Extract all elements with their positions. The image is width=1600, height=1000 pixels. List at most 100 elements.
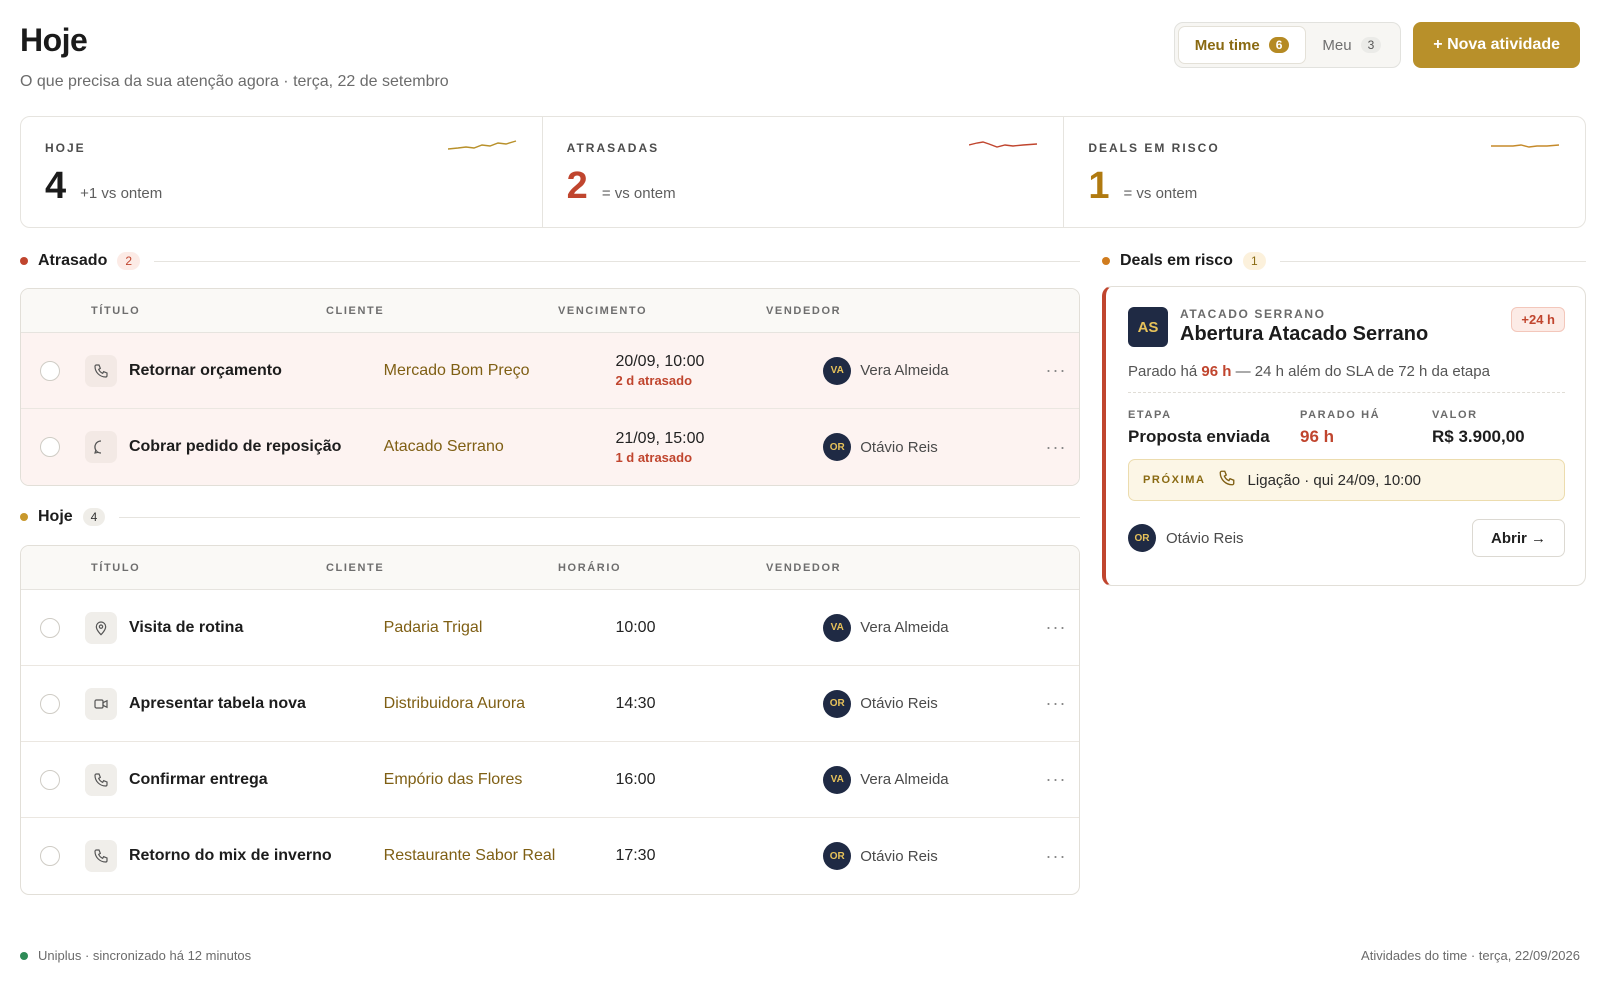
kpi-delta: +1 vs ontem — [80, 185, 163, 202]
next-text: Ligação · qui 24/09, 10:00 — [1247, 471, 1422, 489]
overdue-table: TÍTULO CLIENTE VENCIMENTO VENDEDOR Retor… — [20, 288, 1080, 486]
scope-toggle: Meu time 6 Meu 3 — [1173, 22, 1402, 68]
complete-checkbox[interactable] — [39, 437, 60, 457]
status-dot — [20, 257, 28, 265]
section-count: 1 — [1242, 252, 1266, 270]
complete-checkbox[interactable] — [39, 846, 60, 866]
table-row[interactable]: Visita de rotina Padaria Trigal 10:00 VA… — [21, 590, 1079, 666]
activity-time: 17:30 — [615, 847, 656, 864]
complete-checkbox[interactable] — [39, 617, 60, 638]
open-deal-button[interactable]: Abrir → — [1471, 519, 1565, 557]
phone-icon — [84, 840, 117, 872]
new-activity-button[interactable]: + Nova atividade — [1413, 22, 1580, 68]
client-link[interactable]: Restaurante Sabor Real — [384, 847, 556, 864]
more-menu-icon[interactable]: ··· — [1033, 769, 1079, 790]
avatar: OR — [823, 689, 852, 718]
avatar: VA — [823, 356, 852, 385]
more-menu-icon[interactable]: ··· — [1033, 846, 1079, 867]
overdue-section-header: Atrasado 2 — [20, 252, 1080, 270]
status-bar: Uniplus · sincronizado há 12 minutos Ati… — [20, 948, 1580, 963]
activity-title: Retorno do mix de inverno — [128, 847, 332, 864]
sync-status: Uniplus · sincronizado há 12 minutos — [38, 948, 252, 963]
page-header: Hoje O que precisa da sua atenção agora … — [20, 22, 1580, 102]
deal-company: ATACADO SERRANO — [1180, 307, 1326, 321]
seller-name: Otávio Reis — [860, 438, 938, 456]
late-badge: 2 d atrasado — [615, 373, 693, 388]
client-link[interactable]: Atacado Serrano — [384, 438, 504, 455]
activity-time: 10:00 — [615, 618, 656, 636]
table-row[interactable]: Confirmar entrega Empório das Flores 16:… — [21, 742, 1079, 818]
status-dot — [1102, 257, 1110, 265]
seller-name: Otávio Reis — [860, 695, 938, 712]
col-client: CLIENTE — [326, 304, 385, 317]
table-row[interactable]: Apresentar tabela nova Distribuidora Aur… — [21, 666, 1079, 742]
divider — [1279, 260, 1586, 262]
seller-name: Vera Almeida — [860, 771, 949, 788]
client-link[interactable]: Padaria Trigal — [384, 619, 483, 636]
deal-card[interactable]: AS ATACADO SERRANO Abertura Atacado Serr… — [1102, 286, 1586, 586]
tab-my-team-count: 6 — [1268, 37, 1290, 53]
today-table: TÍTULO CLIENTE HORÁRIO VENDEDOR Visita d… — [20, 545, 1080, 895]
kpi-value: 1 — [1088, 165, 1110, 207]
tab-my-team-label: Meu time — [1194, 36, 1260, 54]
desc-highlight: 96 h — [1201, 363, 1232, 380]
next-label: PRÓXIMA — [1143, 474, 1206, 486]
stat-value-amount: VALOR R$ 3.900,00 — [1432, 409, 1525, 447]
activity-title: Retornar orçamento — [128, 361, 282, 379]
stat-label: VALOR — [1432, 409, 1478, 421]
seller-name: Otávio Reis — [860, 847, 938, 865]
more-menu-icon[interactable]: ··· — [1033, 617, 1079, 638]
col-title: TÍTULO — [91, 304, 141, 317]
kpi-value: 4 — [45, 165, 67, 207]
complete-checkbox[interactable] — [39, 693, 60, 714]
seller-name: Vera Almeida — [860, 362, 949, 379]
phone-icon — [84, 763, 117, 796]
more-menu-icon[interactable]: ··· — [1033, 693, 1079, 714]
due-date: 20/09, 10:00 — [615, 353, 705, 370]
next-activity[interactable]: PRÓXIMA Ligação · qui 24/09, 10:00 — [1128, 459, 1565, 501]
deals-section-header: Deals em risco 1 — [1102, 252, 1586, 270]
today-section-header: Hoje 4 — [20, 508, 1080, 526]
activity-title: Confirmar entrega — [128, 770, 268, 788]
avatar: VA — [823, 613, 852, 642]
more-menu-icon[interactable]: ··· — [1033, 437, 1079, 458]
table-row[interactable]: Retornar orçamento Mercado Bom Preço 20/… — [21, 333, 1079, 409]
section-count: 4 — [82, 508, 106, 526]
company-logo: AS — [1128, 307, 1168, 347]
client-link[interactable]: Empório das Flores — [384, 771, 523, 788]
client-link[interactable]: Mercado Bom Preço — [384, 362, 530, 379]
sparkline-icon — [1491, 144, 1560, 148]
header-actions: Meu time 6 Meu 3 + Nova atividade — [1173, 22, 1580, 68]
stat-value: 96 h — [1300, 427, 1335, 446]
kpi-today: HOJE 4 +1 vs ontem — [21, 117, 543, 227]
client-link[interactable]: Distribuidora Aurora — [384, 695, 525, 712]
col-due: VENCIMENTO — [558, 304, 648, 317]
location-pin-icon — [84, 611, 117, 644]
sla-overrun-badge: +24 h — [1511, 307, 1565, 332]
col-time: HORÁRIO — [558, 561, 622, 574]
video-icon — [84, 687, 117, 720]
avatar: OR — [1128, 524, 1156, 552]
desc-prefix: Parado há — [1128, 363, 1198, 380]
deal-stats: ETAPA Proposta enviada PARADO HÁ 96 h VA… — [1128, 409, 1565, 447]
complete-checkbox[interactable] — [39, 769, 60, 790]
complete-checkbox[interactable] — [39, 360, 60, 381]
avatar: VA — [823, 765, 852, 794]
kpi-delta: = vs ontem — [601, 185, 676, 202]
section-title: Atrasado — [38, 252, 108, 269]
more-menu-icon[interactable]: ··· — [1033, 360, 1079, 381]
tab-my-team[interactable]: Meu time 6 — [1177, 26, 1307, 64]
page-subtitle: O que precisa da sua atenção agora · ter… — [20, 73, 449, 90]
activity-time: 14:30 — [615, 694, 656, 712]
kpi-value: 2 — [566, 165, 588, 207]
tab-mine-label: Meu — [1322, 36, 1352, 54]
stat-stage: ETAPA Proposta enviada — [1128, 409, 1300, 447]
table-header: TÍTULO CLIENTE HORÁRIO VENDEDOR — [21, 546, 1079, 590]
stat-label: PARADO HÁ — [1300, 409, 1381, 421]
avatar: OR — [823, 433, 852, 461]
table-row[interactable]: Cobrar pedido de reposição Atacado Serra… — [21, 409, 1079, 485]
divider — [154, 260, 1080, 262]
tab-mine[interactable]: Meu 3 — [1306, 26, 1397, 64]
deal-description: Parado há 96 h — 24 h além do SLA de 72 … — [1128, 363, 1565, 393]
table-row[interactable]: Retorno do mix de inverno Restaurante Sa… — [21, 818, 1079, 894]
